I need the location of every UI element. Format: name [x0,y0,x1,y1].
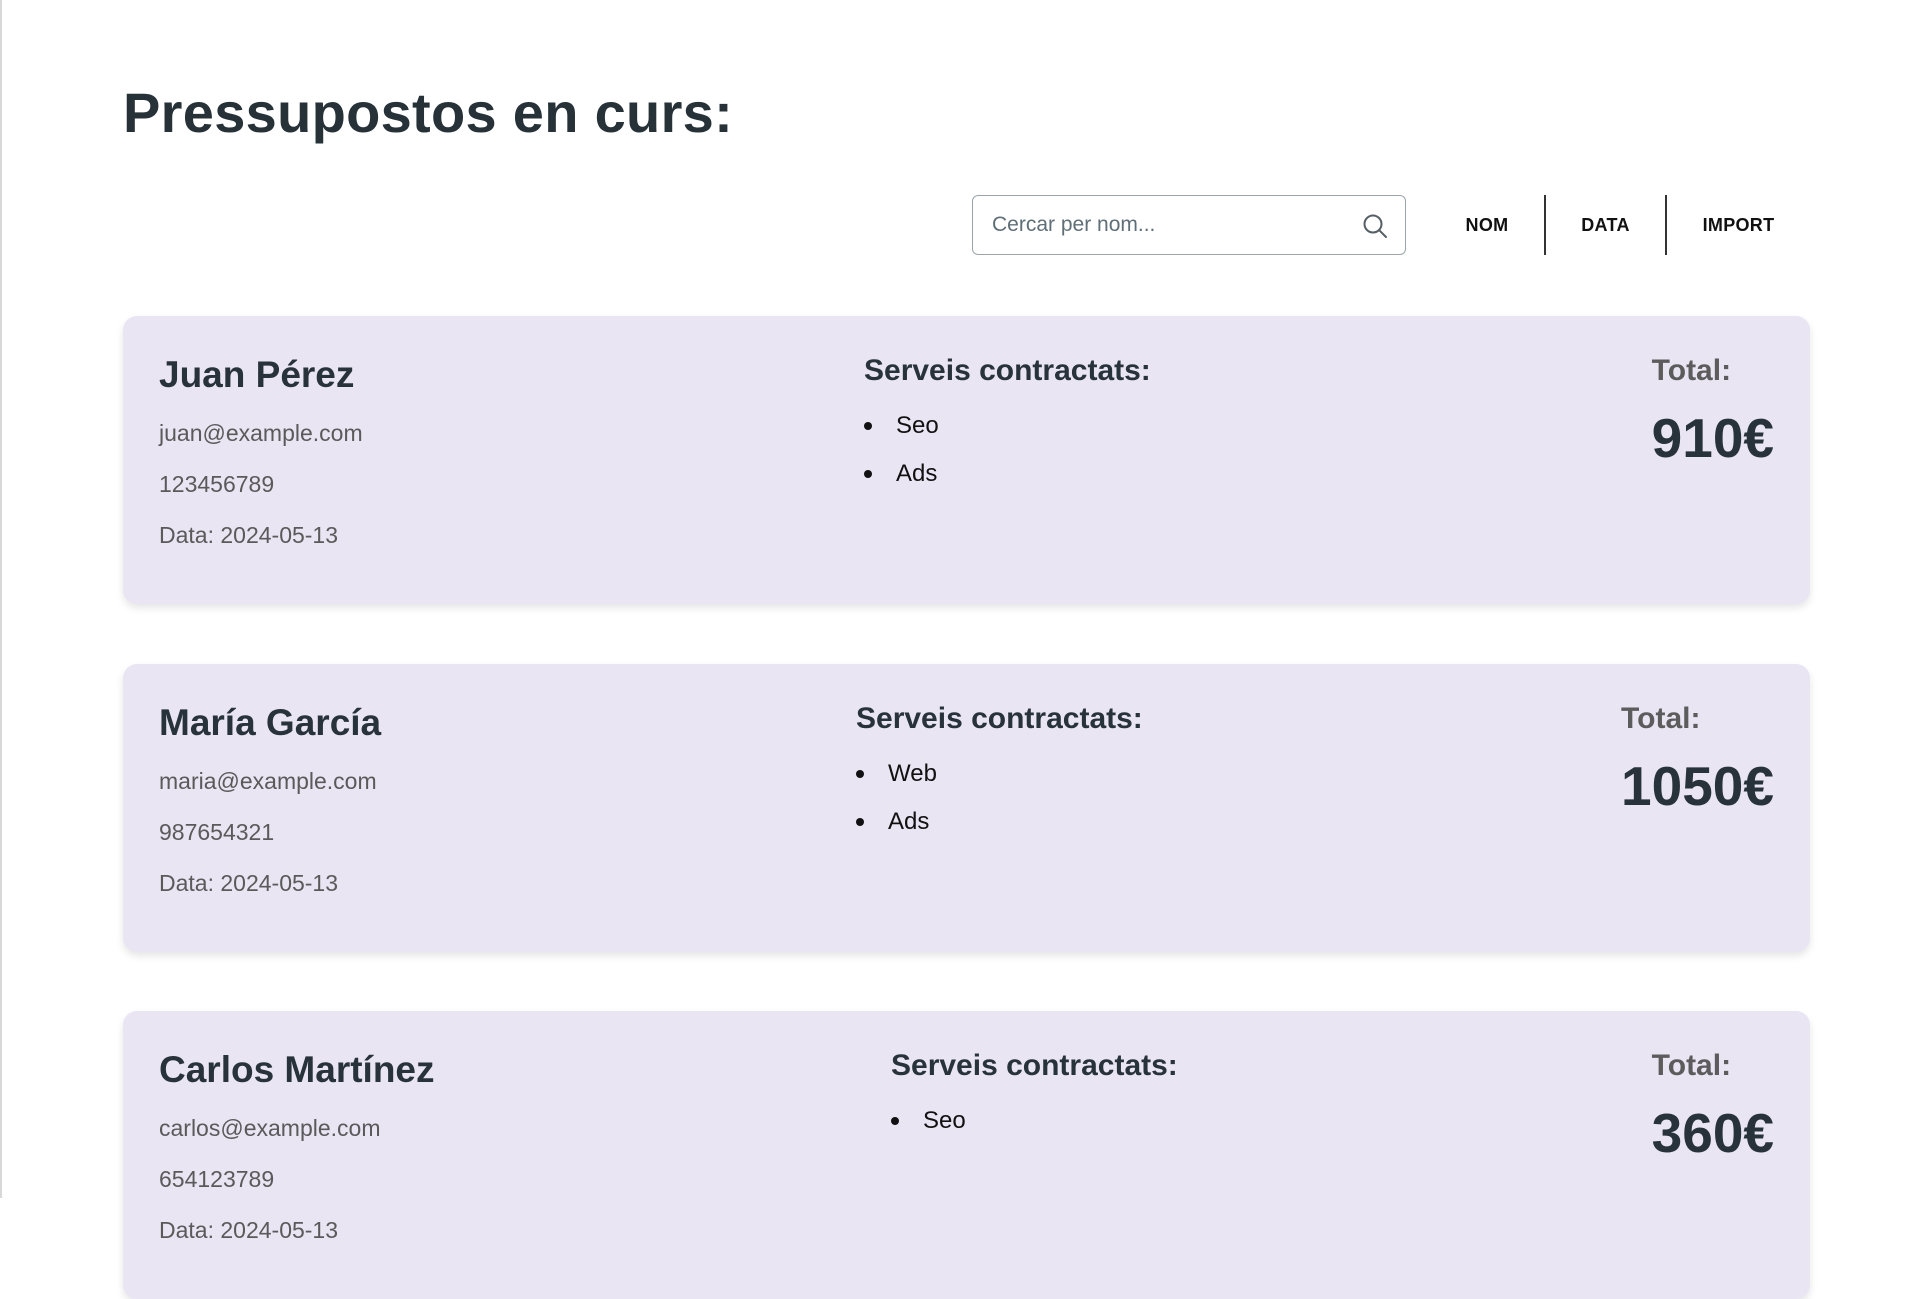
services-title: Serveis contractats: [856,702,1143,735]
services-section: Serveis contractats: Web Ads [856,702,1143,846]
services-title: Serveis contractats: [864,354,1151,387]
service-item: Ads [856,798,1143,846]
left-border [0,0,2,1198]
sort-by-amount-button[interactable]: IMPORT [1667,195,1810,255]
total-label: Total: [1651,1049,1732,1082]
client-info: María García maria@example.com 987654321… [159,702,381,921]
services-section: Serveis contractats: Seo [891,1049,1178,1145]
client-phone: 987654321 [159,819,275,845]
total-label: Total: [1651,354,1732,387]
total-amount: 360€ [1651,1102,1774,1164]
search-box [972,195,1406,255]
budget-card: Juan Pérez juan@example.com 123456789 Da… [123,316,1810,604]
service-item: Seo [864,402,1151,450]
client-email: juan@example.com [159,420,363,446]
search-input[interactable] [973,196,1405,254]
services-section: Serveis contractats: Seo Ads [864,354,1151,498]
budget-card: Carlos Martínez carlos@example.com 65412… [123,1011,1810,1299]
toolbar: NOM DATA IMPORT [972,195,1810,255]
search-icon[interactable] [1361,212,1389,240]
services-title: Serveis contractats: [891,1049,1178,1082]
client-name: Carlos Martínez [159,1049,435,1090]
sort-buttons: NOM DATA IMPORT [1430,195,1810,255]
client-name: María García [159,702,382,743]
client-email: carlos@example.com [159,1115,381,1141]
client-email: maria@example.com [159,768,377,794]
sort-by-date-button[interactable]: DATA [1546,195,1667,255]
services-list: Seo Ads [864,402,1151,498]
page-title: Pressupostos en curs: [123,81,734,144]
services-list: Web Ads [856,750,1143,846]
service-item: Ads [864,450,1151,498]
budget-date: Data: 2024-05-13 [159,522,339,548]
services-list: Seo [891,1097,1178,1145]
total-section: Total: 360€ [1652,1049,1774,1165]
total-amount: 910€ [1651,407,1774,469]
client-info: Carlos Martínez carlos@example.com 65412… [159,1049,435,1268]
client-phone: 123456789 [159,471,275,497]
sort-by-name-button[interactable]: NOM [1430,195,1546,255]
total-section: Total: 1050€ [1621,702,1774,818]
service-item: Seo [891,1097,1178,1145]
service-item: Web [856,750,1143,798]
client-phone: 654123789 [159,1166,275,1192]
client-name: Juan Pérez [159,354,355,395]
total-label: Total: [1621,702,1701,735]
total-section: Total: 910€ [1652,354,1774,470]
budget-card: María García maria@example.com 987654321… [123,664,1810,952]
budget-date: Data: 2024-05-13 [159,1217,339,1243]
client-info: Juan Pérez juan@example.com 123456789 Da… [159,354,363,573]
total-amount: 1050€ [1621,755,1774,817]
budget-date: Data: 2024-05-13 [159,870,339,896]
